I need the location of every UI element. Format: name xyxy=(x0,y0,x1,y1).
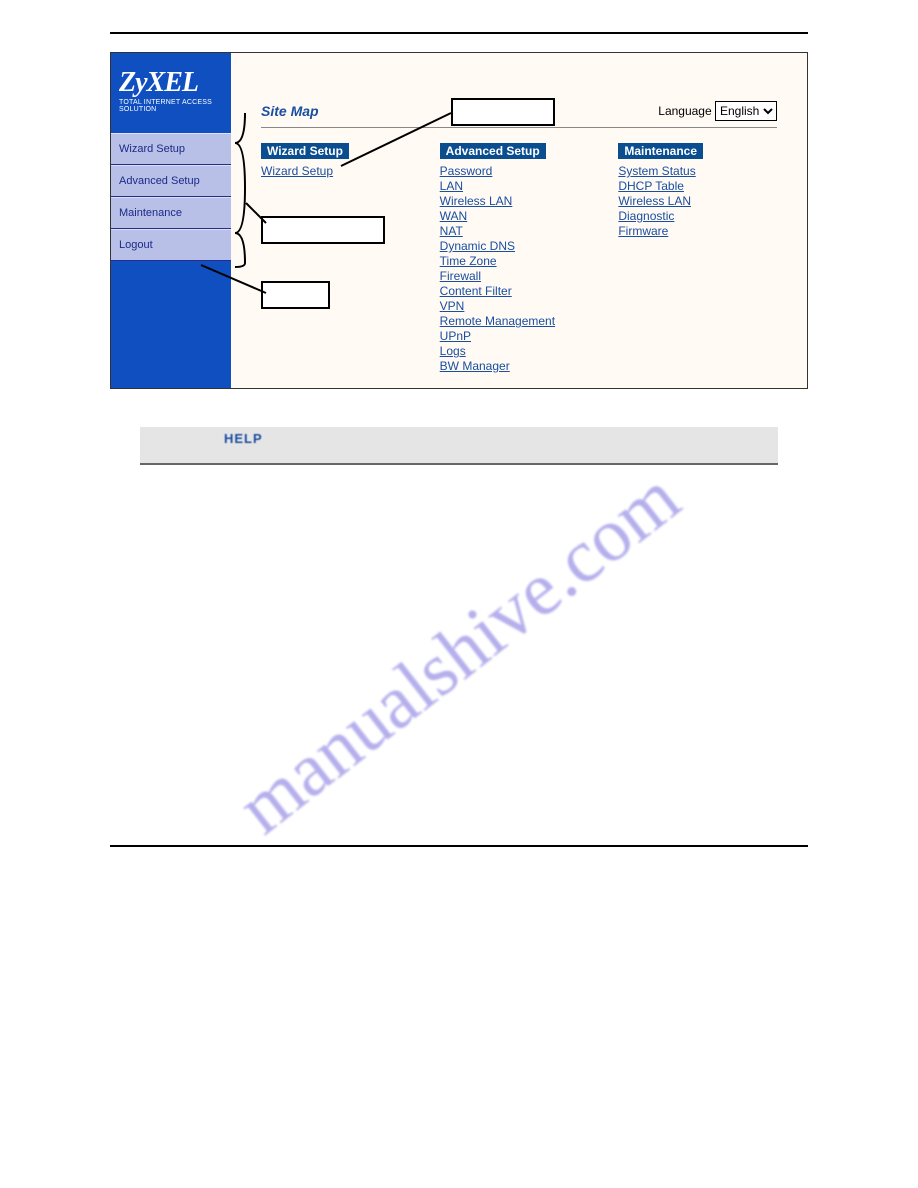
link-password[interactable]: Password xyxy=(440,164,599,178)
link-logs[interactable]: Logs xyxy=(440,344,599,358)
sitemap-col-advanced: Advanced Setup Password LAN Wireless LAN… xyxy=(440,142,599,374)
sitemap-col-maintenance: Maintenance System Status DHCP Table Wir… xyxy=(618,142,777,374)
link-bw-manager[interactable]: BW Manager xyxy=(440,359,599,373)
page-title: Site Map xyxy=(261,103,319,119)
sitemap-heading-wizard: Wizard Setup xyxy=(261,143,349,159)
sidebar-item-logout[interactable]: Logout xyxy=(111,229,231,261)
callout-box-bottom xyxy=(261,281,330,309)
sidebar-item-wizard-setup[interactable]: Wizard Setup xyxy=(111,133,231,165)
sidebar-item-maintenance[interactable]: Maintenance xyxy=(111,197,231,229)
link-lan[interactable]: LAN xyxy=(440,179,599,193)
link-time-zone[interactable]: Time Zone xyxy=(440,254,599,268)
sitemap-heading-advanced: Advanced Setup xyxy=(440,143,546,159)
logo-brand: ZyXEL xyxy=(119,67,223,99)
logo-tagline: TOTAL INTERNET ACCESS SOLUTION xyxy=(119,99,223,113)
sitemap-heading-maintenance: Maintenance xyxy=(618,143,703,159)
callout-box-top xyxy=(451,98,555,126)
link-firmware[interactable]: Firmware xyxy=(618,224,777,238)
help-icon: HELP xyxy=(224,431,263,446)
help-note-box: HELP xyxy=(140,427,778,465)
language-select[interactable]: English xyxy=(715,101,777,121)
logo: ZyXEL TOTAL INTERNET ACCESS SOLUTION xyxy=(111,59,231,117)
link-content-filter[interactable]: Content Filter xyxy=(440,284,599,298)
link-wireless-lan[interactable]: Wireless LAN xyxy=(440,194,599,208)
language-control: Language English xyxy=(658,101,777,121)
page-bottom-rule xyxy=(110,845,808,847)
link-remote-management[interactable]: Remote Management xyxy=(440,314,599,328)
link-system-status[interactable]: System Status xyxy=(618,164,777,178)
sitemap-col-wizard: Wizard Setup Wizard Setup xyxy=(261,142,420,374)
link-firewall[interactable]: Firewall xyxy=(440,269,599,283)
screenshot-figure: SITE MAP HELP ZyXEL TOTAL INTERNET ACCES… xyxy=(110,52,808,389)
link-upnp[interactable]: UPnP xyxy=(440,329,599,343)
link-wan[interactable]: WAN xyxy=(440,209,599,223)
sidebar: ZyXEL TOTAL INTERNET ACCESS SOLUTION Wiz… xyxy=(111,53,231,388)
sidebar-item-advanced-setup[interactable]: Advanced Setup xyxy=(111,165,231,197)
link-vpn[interactable]: VPN xyxy=(440,299,599,313)
link-nat[interactable]: NAT xyxy=(440,224,599,238)
callout-box-middle xyxy=(261,216,385,244)
link-dynamic-dns[interactable]: Dynamic DNS xyxy=(440,239,599,253)
link-dhcp-table[interactable]: DHCP Table xyxy=(618,179,777,193)
link-diagnostic[interactable]: Diagnostic xyxy=(618,209,777,223)
link-wizard-setup[interactable]: Wizard Setup xyxy=(261,164,420,178)
link-wireless-lan-maint[interactable]: Wireless LAN xyxy=(618,194,777,208)
language-label: Language xyxy=(658,104,711,118)
page-top-rule xyxy=(110,32,808,34)
